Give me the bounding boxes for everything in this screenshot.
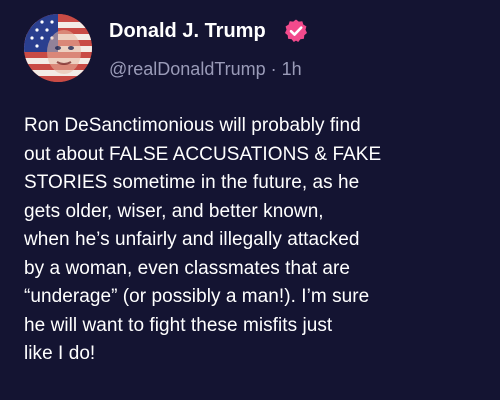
author-display-name[interactable]: Donald J. Trump xyxy=(109,19,266,43)
verified-badge-icon xyxy=(285,19,307,42)
meta-separator: · xyxy=(270,59,277,79)
post-timestamp[interactable]: 1h xyxy=(282,59,302,79)
author-avatar[interactable] xyxy=(24,14,92,82)
post-card: Donald J. Trump @realDonaldTrump · 1h Ron … xyxy=(0,0,500,400)
author-handle[interactable]: @realDonaldTrump xyxy=(109,59,266,79)
post-body-text: Ron DeSanctimonious will probably find o… xyxy=(24,115,382,364)
flag-face-avatar-icon xyxy=(24,14,92,82)
author-meta-row: @realDonaldTrump · 1h xyxy=(109,58,302,80)
